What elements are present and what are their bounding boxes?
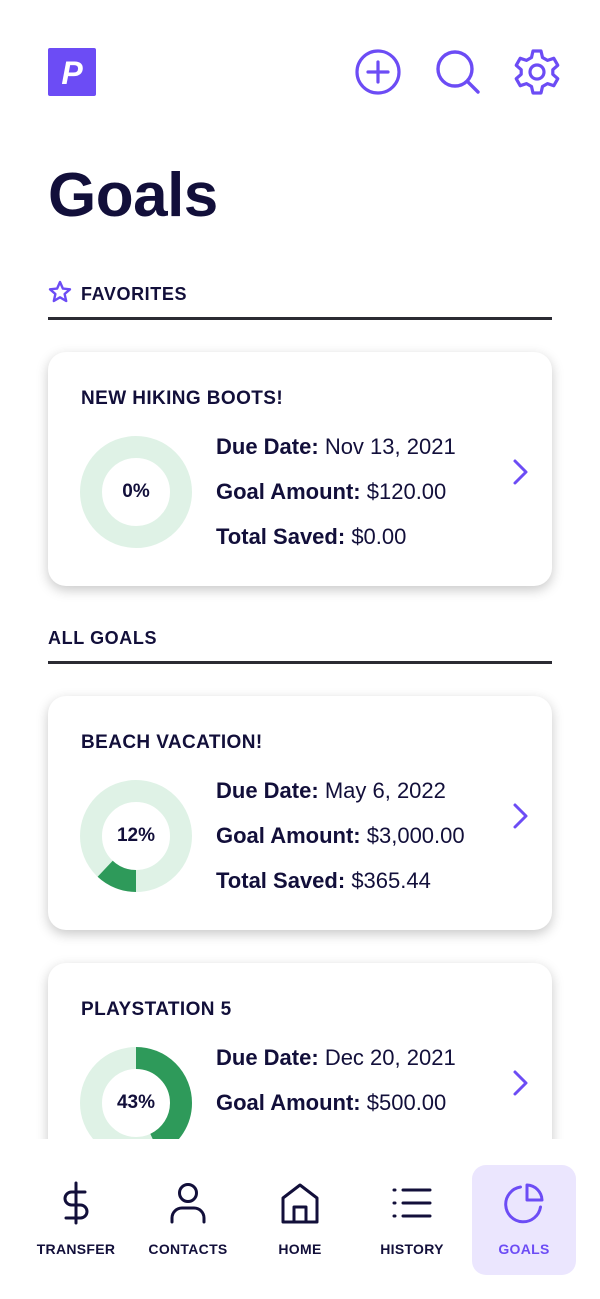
list-icon xyxy=(392,1188,432,1218)
person-icon xyxy=(170,1183,206,1224)
due-date-row: Due Date: Dec 20, 2021 xyxy=(216,1045,456,1090)
total-saved-value: $365.44 xyxy=(351,868,431,893)
goal-amount-label: Goal Amount: xyxy=(216,823,361,848)
goal-amount-row: Goal Amount: $120.00 xyxy=(216,479,456,524)
nav-item-contacts[interactable]: CONTACTS xyxy=(136,1165,240,1275)
goal-amount-label: Goal Amount: xyxy=(216,479,361,504)
page-title: Goals xyxy=(48,161,218,230)
add-circle-icon xyxy=(355,49,401,95)
all-goals-section-header: ALL GOALS xyxy=(48,620,552,664)
pie-chart-icon xyxy=(504,1183,544,1224)
goal-progress-ring: 0% xyxy=(80,436,192,548)
due-date-row: Due Date: Nov 13, 2021 xyxy=(216,434,456,479)
due-date-value: May 6, 2022 xyxy=(324,778,446,803)
nav-item-history[interactable]: HISTORY xyxy=(360,1165,464,1275)
add-goal-button[interactable] xyxy=(354,48,402,96)
star-icon xyxy=(48,280,72,303)
favorites-label: FAVORITES xyxy=(81,284,188,304)
goal-card-beach-vacation[interactable]: BEACH VACATION! 12% Due Date: May 6, 202… xyxy=(48,696,552,930)
total-saved-row: Total Saved: $365.44 xyxy=(216,868,465,913)
goal-percent: 0% xyxy=(122,481,150,502)
nav-label: HISTORY xyxy=(380,1241,444,1257)
chevron-right-icon[interactable] xyxy=(508,456,532,488)
goal-amount-value: $500.00 xyxy=(366,1090,447,1115)
goal-name: BEACH VACATION! xyxy=(81,732,263,753)
due-date-label: Due Date: xyxy=(216,778,319,803)
gear-icon xyxy=(514,49,560,95)
settings-button[interactable] xyxy=(513,48,561,96)
goal-progress-ring: 12% xyxy=(80,780,192,892)
total-saved-value: $0.00 xyxy=(351,524,407,549)
nav-label: GOALS xyxy=(498,1241,550,1257)
goal-name: NEW HIKING BOOTS! xyxy=(81,388,284,409)
bottom-nav: TRANSFER CONTACTS HOME HISTORY GOALS xyxy=(0,1139,600,1299)
goal-amount-row: Goal Amount: $3,000.00 xyxy=(216,823,465,868)
all-goals-label: ALL GOALS xyxy=(48,628,158,648)
nav-label: HOME xyxy=(278,1241,322,1257)
goal-name: PLAYSTATION 5 xyxy=(81,999,232,1020)
nav-label: CONTACTS xyxy=(148,1241,228,1257)
due-date-label: Due Date: xyxy=(216,1045,319,1070)
nav-item-goals[interactable]: GOALS xyxy=(472,1165,576,1275)
goal-details: Due Date: Dec 20, 2021 Goal Amount: $500… xyxy=(216,1045,456,1135)
favorites-section-header: FAVORITES xyxy=(48,276,552,320)
goal-card-hiking-boots[interactable]: NEW HIKING BOOTS! 0% Due Date: Nov 13, 2… xyxy=(48,352,552,586)
goal-amount-value: $3,000.00 xyxy=(366,823,465,848)
nav-item-home[interactable]: HOME xyxy=(248,1165,352,1275)
goal-amount-value: $120.00 xyxy=(366,479,447,504)
chevron-right-icon[interactable] xyxy=(508,800,532,832)
goal-details: Due Date: May 6, 2022 Goal Amount: $3,00… xyxy=(216,778,465,913)
due-date-label: Due Date: xyxy=(216,434,319,459)
nav-item-transfer[interactable]: TRANSFER xyxy=(24,1165,128,1275)
goal-amount-row: Goal Amount: $500.00 xyxy=(216,1090,456,1135)
total-saved-label: Total Saved: xyxy=(216,868,346,893)
dollar-icon xyxy=(63,1181,89,1225)
app-logo: P xyxy=(48,48,96,96)
total-saved-label: Total Saved: xyxy=(216,524,346,549)
goal-percent: 12% xyxy=(116,825,156,846)
search-icon xyxy=(436,50,480,94)
home-icon xyxy=(281,1183,319,1224)
due-date-value: Dec 20, 2021 xyxy=(324,1045,456,1070)
search-button[interactable] xyxy=(434,48,482,96)
due-date-value: Nov 13, 2021 xyxy=(324,434,456,459)
app-logo-letter: P xyxy=(61,55,83,91)
nav-label: TRANSFER xyxy=(36,1241,116,1257)
goal-amount-label: Goal Amount: xyxy=(216,1090,361,1115)
due-date-row: Due Date: May 6, 2022 xyxy=(216,778,465,823)
total-saved-row: Total Saved: $0.00 xyxy=(216,524,456,569)
goal-details: Due Date: Nov 13, 2021 Goal Amount: $120… xyxy=(216,434,456,569)
chevron-right-icon[interactable] xyxy=(508,1067,532,1099)
